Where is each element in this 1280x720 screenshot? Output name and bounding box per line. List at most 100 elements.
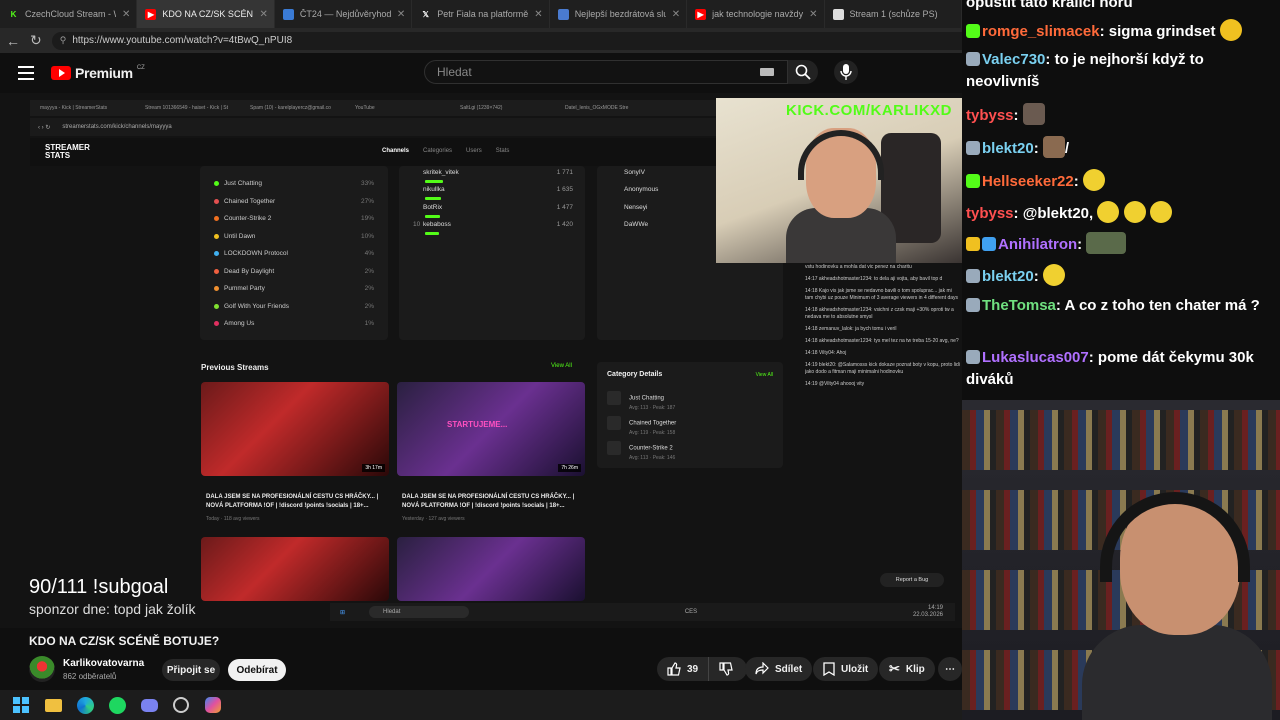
address-bar: ← ↻ ⚲ https://www.youtube.com/watch?v=4tB… <box>0 28 977 53</box>
keyboard-icon[interactable] <box>760 68 774 76</box>
obs-icon[interactable] <box>170 694 192 716</box>
category-row: Golf With Your Friends 2% <box>214 303 374 310</box>
join-button[interactable]: Připojit se <box>162 659 220 681</box>
close-icon[interactable]: ✕ <box>259 9 267 20</box>
streamerstats-nav: STREAMER STATS Channels Categories Users … <box>30 138 720 166</box>
badge-icon <box>966 24 980 38</box>
spotify-icon[interactable] <box>106 694 128 716</box>
browser-tab[interactable]: ČT24 — Nejdůvěryhodnější✕ <box>275 0 413 28</box>
inner-search: Hledat <box>369 606 470 618</box>
subscriber-count: 862 odběratelů <box>63 672 117 681</box>
windows-start-icon[interactable] <box>10 694 32 716</box>
clap-emote <box>1123 201 1146 223</box>
inner-address-bar: ‹ › ↻ streamerstats.com/kick/channels/may… <box>30 118 720 136</box>
chatter-row: 10 kebaboss 1 420 <box>413 221 573 235</box>
windows-icon: ⊞ <box>340 609 346 616</box>
chat-message: tybyss: @blekt20, <box>966 201 1272 225</box>
close-icon[interactable]: ✕ <box>397 9 405 20</box>
search-button[interactable] <box>788 60 818 84</box>
browser-tab-active[interactable]: ▶KDO NA CZ/SK SCÉNĚ BOTUJE?✕ <box>137 0 275 28</box>
save-button[interactable]: Uložit <box>813 657 879 681</box>
badge-icon <box>966 174 980 188</box>
os-taskbar <box>0 690 962 720</box>
youtube-logo[interactable]: Premium CZ <box>51 65 145 81</box>
reload-icon[interactable]: ↻ <box>30 32 42 49</box>
chat-message: Anihilatron: <box>966 232 1272 256</box>
previous-streams-heading: Previous Streams <box>201 363 269 372</box>
inner-nav-icons: ‹ › ↻ <box>38 124 51 131</box>
youtube-icon: ▶ <box>145 8 157 20</box>
channel-name[interactable]: Karlikovatovarna <box>63 658 144 669</box>
top-chatters-panel: skritek_vitek 1 771 nikullka 1 635 BotRix 1… <box>399 166 585 340</box>
close-icon[interactable]: ✕ <box>809 9 817 20</box>
site-info-icon[interactable]: ⚲ <box>60 35 67 46</box>
badge-icon <box>982 237 996 251</box>
browser-tab[interactable]: Nejlepší bezdrátová sluchátka✕ <box>550 0 688 28</box>
streamerstats-logo: STREAMER STATS <box>45 143 90 160</box>
chat-message: tybyss: <box>966 103 1272 127</box>
reactor-webcam <box>962 400 1280 720</box>
category-row: Among Us 1% <box>214 320 374 327</box>
clip-button[interactable]: ✂ Klip <box>879 657 935 681</box>
browser-tab[interactable]: ▶jak technologie navždy mění✕ <box>687 0 825 28</box>
edge-browser-icon[interactable] <box>74 694 96 716</box>
browser-tab-bar: KCzechCloud Stream - Watch✕ ▶KDO NA CZ/S… <box>0 0 962 28</box>
kick-chat-overlay: vstu hodinovku a mohla dat vic penez na … <box>805 264 960 387</box>
youtube-play-icon <box>51 66 71 80</box>
stream-title: DALA JSEM SE NA PROFESIONÁLNÍ CESTU CS H… <box>206 494 379 509</box>
browser-tab[interactable]: Stream 1 (schůze PS) <box>825 0 962 28</box>
close-icon[interactable]: ✕ <box>534 9 542 20</box>
clap-emote <box>1097 201 1120 223</box>
search-input[interactable]: Hledat <box>424 60 788 84</box>
category-details-panel: Category Details View All Just Chatting A… <box>597 362 783 468</box>
browser-tab[interactable]: 𝕏Petr Fiala na platformě X: „10✕ <box>412 0 550 28</box>
category-row: LOCKDOWN Protocol 4% <box>214 250 374 257</box>
category-row: Just Chatting 33% <box>214 180 374 187</box>
share-button[interactable]: Sdílet <box>745 657 813 681</box>
categories-panel: Just Chatting 33% Chained Together 27% Cou… <box>200 166 388 340</box>
unsubscribe-button[interactable]: Odebírat <box>228 659 286 681</box>
nav-channels: Channels <box>382 148 410 154</box>
badge-icon <box>966 269 980 283</box>
microphone-icon <box>840 64 852 80</box>
browser-tab[interactable]: KCzechCloud Stream - Watch✕ <box>0 0 138 28</box>
chat-message: Lukaslucas007: pome dát čekymu 30k divák… <box>966 349 1254 388</box>
clap-emote <box>1149 201 1172 223</box>
close-icon[interactable]: ✕ <box>672 9 680 20</box>
scissors-icon: ✂ <box>889 661 900 676</box>
cool-emote <box>1219 19 1242 41</box>
share-icon <box>755 662 769 675</box>
more-icon: ⋯ <box>945 663 955 675</box>
like-button[interactable]: 39 <box>657 657 710 681</box>
chat-message: romge_slimacek: sigma grindset <box>966 19 1272 43</box>
menu-icon[interactable] <box>18 66 34 80</box>
badge-icon <box>966 52 980 66</box>
search-icon <box>795 64 811 80</box>
face-emote <box>1022 103 1045 125</box>
face-emote <box>1042 136 1065 158</box>
url-field[interactable]: ⚲ https://www.youtube.com/watch?v=4tBwQ_n… <box>51 31 977 50</box>
badge-icon <box>966 350 980 364</box>
category-row: Pummel Party 2% <box>214 285 374 292</box>
channel-avatar[interactable] <box>29 656 55 682</box>
discord-icon[interactable] <box>138 694 160 716</box>
more-actions-button[interactable]: ⋯ <box>938 657 962 681</box>
view-all-link: View All <box>551 363 572 369</box>
nav-users: Users <box>466 148 482 154</box>
stream-meta: Yesterday · 127 avg viewers <box>402 516 465 522</box>
dislike-button[interactable] <box>709 662 743 676</box>
youtube-icon: ▶ <box>695 8 707 20</box>
x-icon: 𝕏 <box>422 9 429 19</box>
back-icon[interactable]: ← <box>6 33 20 49</box>
frog-emote <box>1086 232 1127 254</box>
close-icon[interactable]: ✕ <box>122 9 130 20</box>
chatter-row: BotRix 1 477 <box>413 204 573 218</box>
category-row: Counter-Strike 2 19% <box>214 215 374 222</box>
category-row: Dead By Daylight 2% <box>214 268 374 275</box>
sponsor-overlay: sponzor dne: topd jak žolík <box>29 601 196 617</box>
copilot-icon[interactable] <box>202 694 224 716</box>
file-explorer-icon[interactable] <box>42 694 64 716</box>
stream-meta: Today · 118 avg viewers <box>206 516 260 522</box>
hat-emote <box>1042 264 1065 286</box>
voice-search-button[interactable] <box>834 60 858 84</box>
